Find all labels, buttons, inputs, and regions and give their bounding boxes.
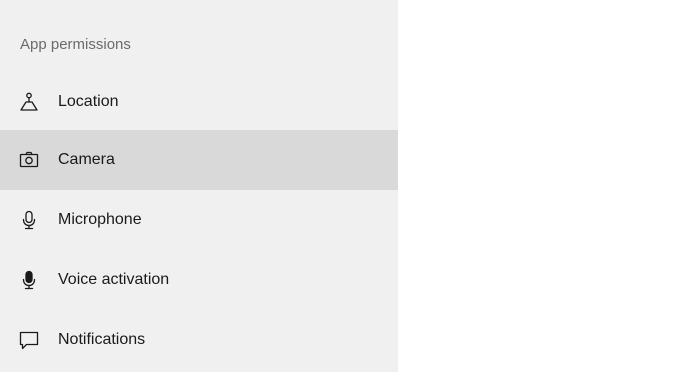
voice-activation-icon bbox=[18, 269, 40, 291]
microphone-icon bbox=[18, 209, 40, 231]
settings-window: App permissions Location Camera Micropho… bbox=[0, 0, 680, 372]
location-icon bbox=[18, 91, 40, 113]
sidebar-item-location[interactable]: Location bbox=[0, 72, 398, 132]
sidebar-item-notifications[interactable]: Notifications bbox=[0, 310, 398, 370]
section-header-app-permissions: App permissions bbox=[20, 36, 131, 53]
sidebar-item-label: Voice activation bbox=[58, 271, 170, 288]
sidebar-item-label: Notifications bbox=[58, 331, 146, 348]
sidebar-item-microphone[interactable]: Microphone bbox=[0, 190, 398, 250]
sidebar-item-label: Location bbox=[58, 93, 119, 110]
notifications-icon bbox=[18, 329, 40, 351]
sidebar-item-label: Camera bbox=[58, 151, 115, 168]
camera-icon bbox=[18, 149, 40, 171]
sidebar: App permissions Location Camera Micropho… bbox=[0, 0, 398, 372]
content-pane bbox=[398, 0, 680, 372]
sidebar-item-voice-activation[interactable]: Voice activation bbox=[0, 250, 398, 310]
sidebar-item-label: Microphone bbox=[58, 211, 142, 228]
sidebar-item-camera[interactable]: Camera bbox=[0, 130, 398, 190]
